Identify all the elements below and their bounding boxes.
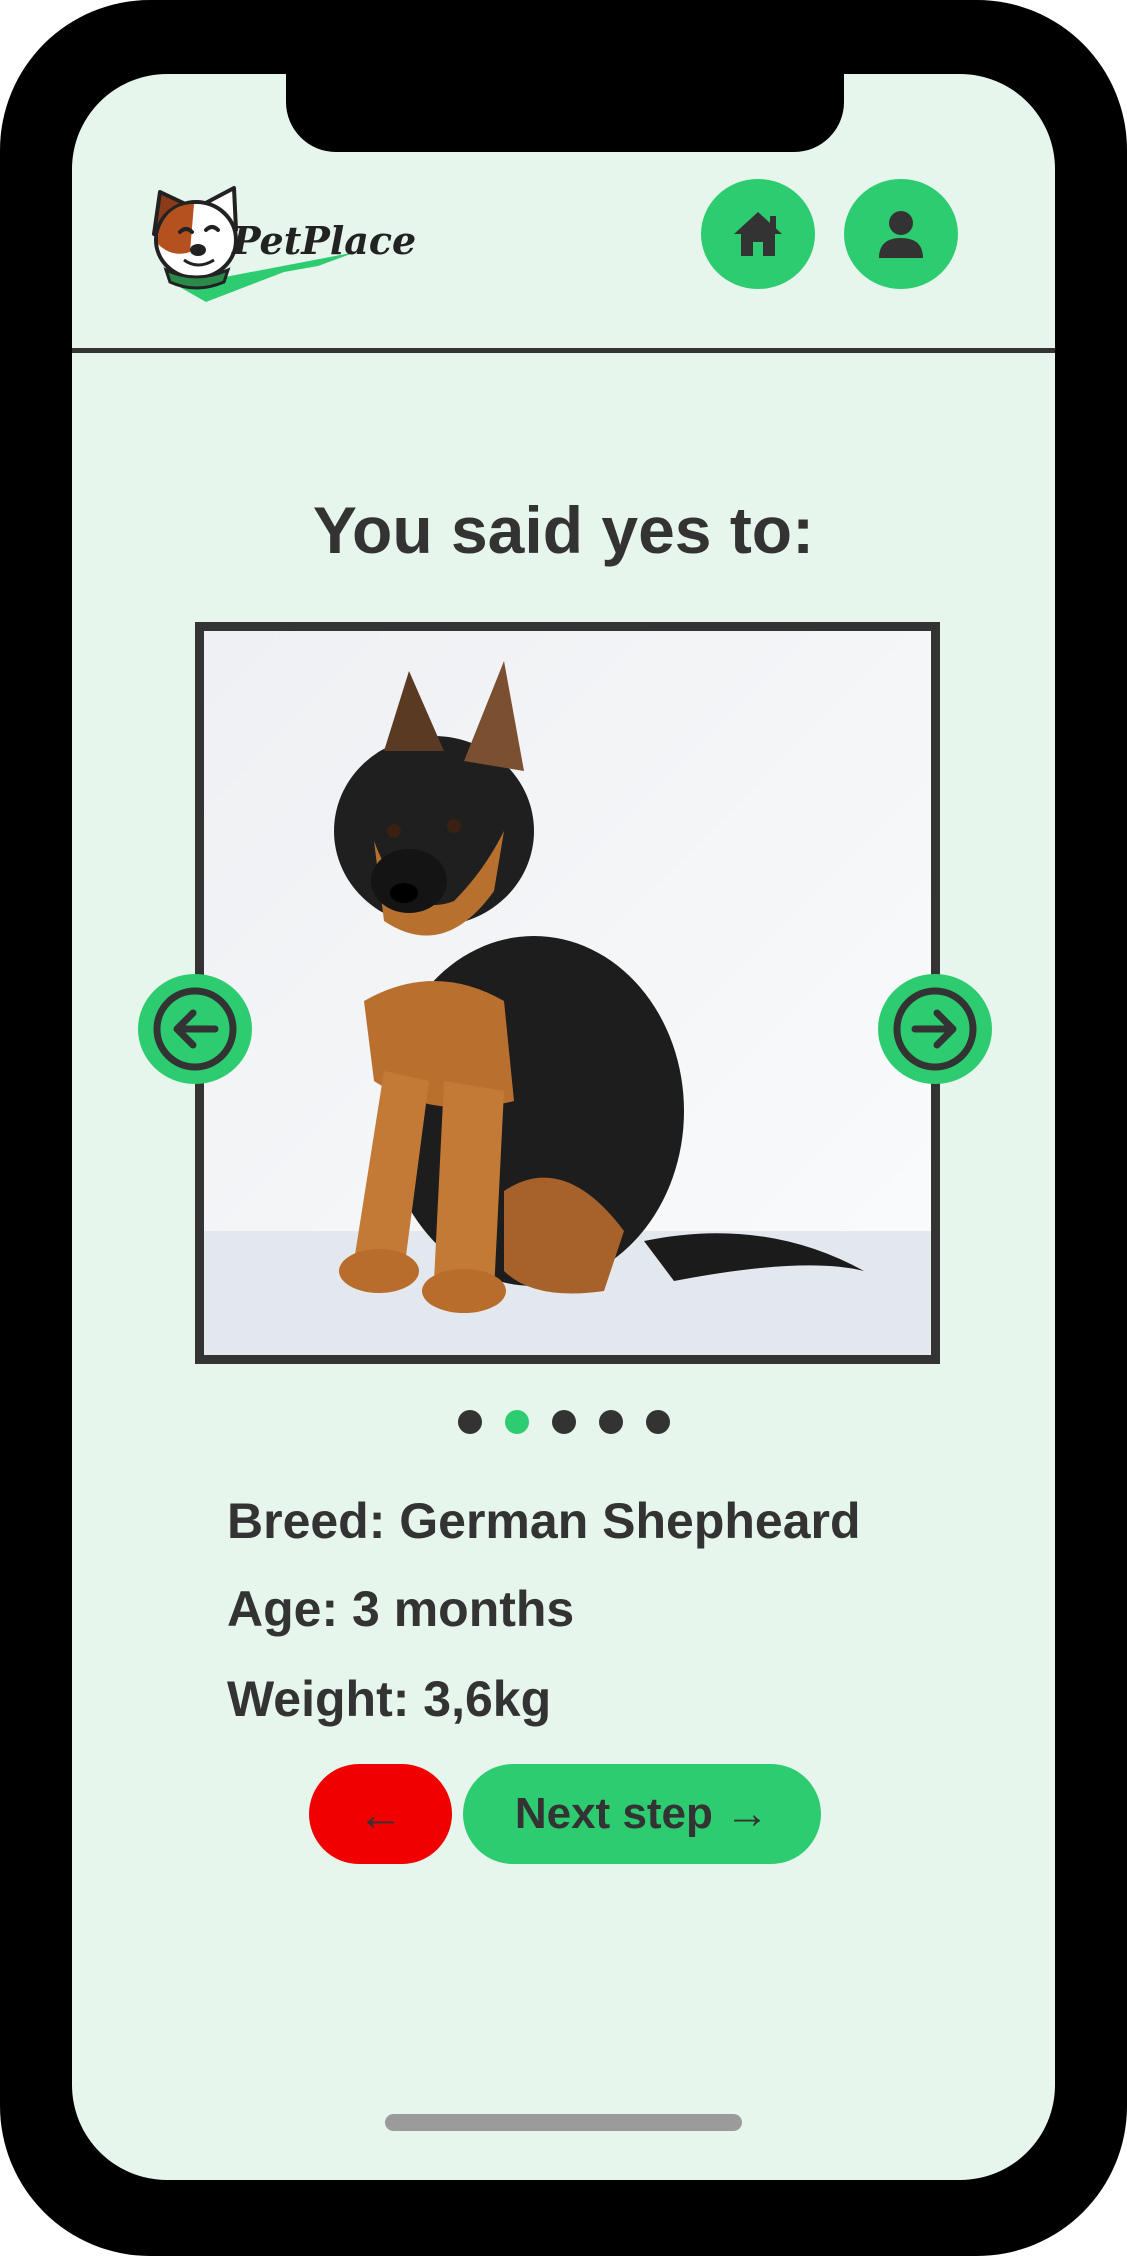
carousel-dot[interactable] xyxy=(457,1410,482,1434)
header-divider xyxy=(72,348,1055,353)
weight-text: Weight: 3,6kg xyxy=(227,1671,552,1727)
profile-button[interactable] xyxy=(844,179,958,289)
previous-image-button[interactable] xyxy=(138,974,252,1084)
carousel-dot[interactable] xyxy=(645,1410,670,1434)
next-step-button[interactable]: Next step → xyxy=(463,1764,821,1864)
phone-frame: PetPlace You said yes to: Breed: German … xyxy=(0,0,1127,2256)
logo-text: PetPlace xyxy=(231,218,416,263)
pet-photo xyxy=(195,622,940,1364)
back-button[interactable]: ← xyxy=(309,1764,452,1864)
breed-text: Breed: German Shepheard xyxy=(227,1493,861,1549)
german-shepherd-puppy-image xyxy=(204,631,931,1355)
age-text: Age: 3 months xyxy=(227,1581,575,1637)
app-screen: PetPlace You said yes to: Breed: German … xyxy=(72,74,1055,2180)
home-icon xyxy=(734,212,782,256)
petplace-logo[interactable]: PetPlace xyxy=(136,174,426,314)
arrow-left-circle-icon xyxy=(153,987,237,1071)
carousel-dot[interactable] xyxy=(598,1410,623,1434)
arrow-right-circle-icon xyxy=(893,987,977,1071)
home-button[interactable] xyxy=(701,179,815,289)
phone-notch xyxy=(286,74,844,152)
carousel-dot-active[interactable] xyxy=(504,1410,529,1434)
home-indicator-bar xyxy=(385,2114,742,2131)
user-icon xyxy=(879,211,923,258)
carousel-dot[interactable] xyxy=(551,1410,576,1434)
next-image-button[interactable] xyxy=(878,974,992,1084)
page-title: You said yes to: xyxy=(312,493,815,567)
carousel-pagination xyxy=(72,1410,1055,1434)
